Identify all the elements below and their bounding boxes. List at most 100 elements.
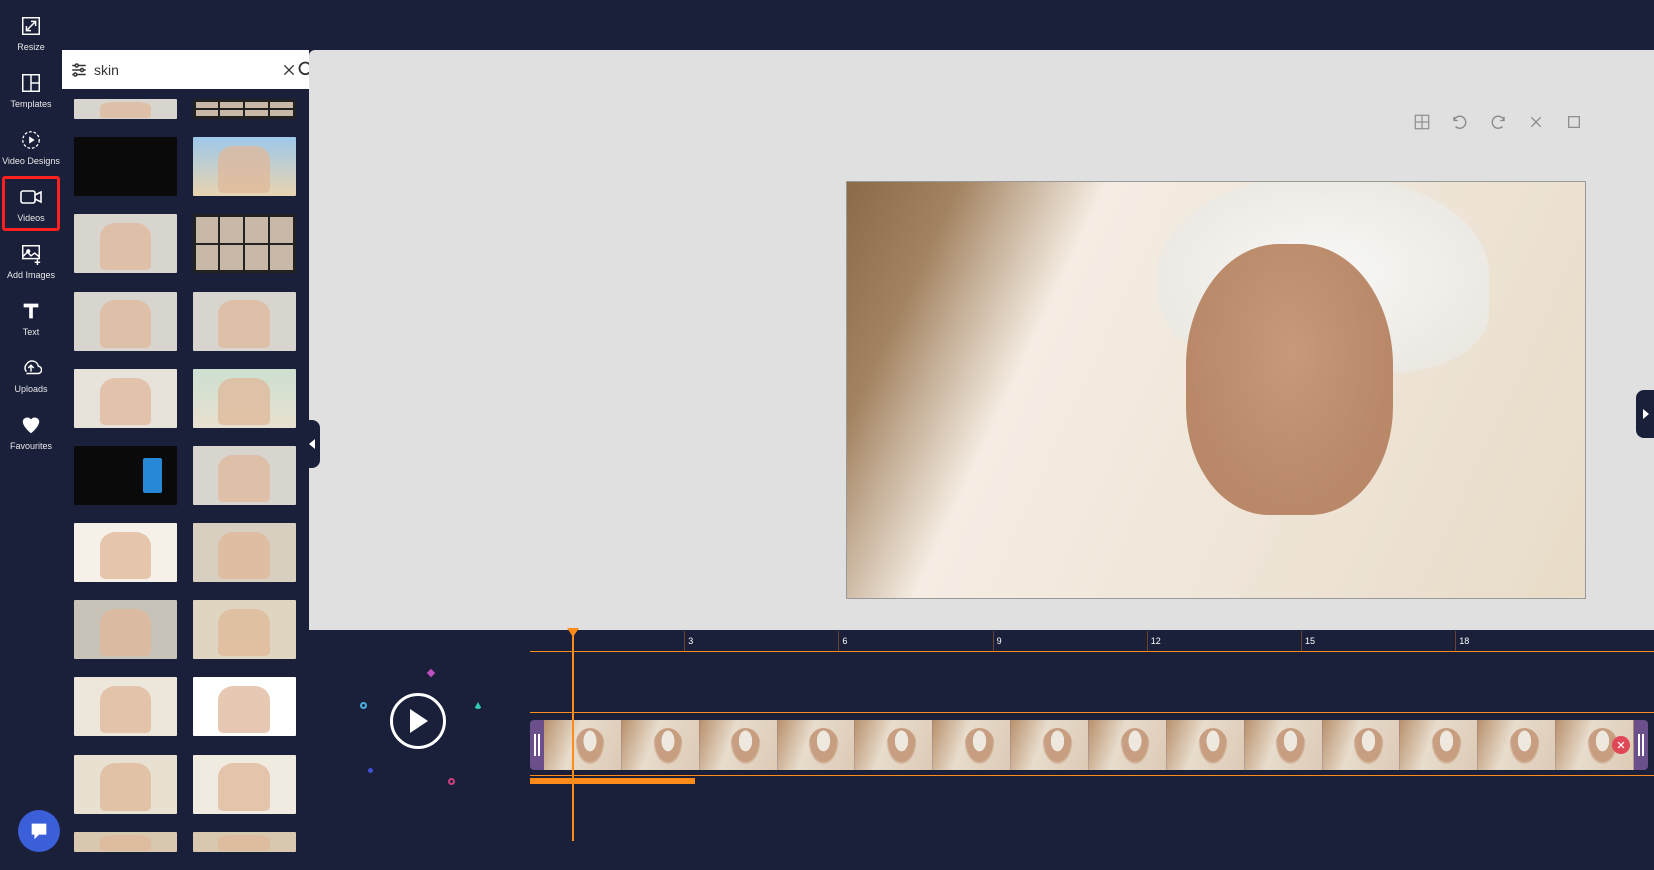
video-preview[interactable] <box>846 181 1586 599</box>
sidebar-item-templates[interactable]: Templates <box>2 62 60 117</box>
video-thumb[interactable] <box>193 600 296 659</box>
sidebar-label: Add Images <box>7 270 55 280</box>
clip-handle-right[interactable] <box>1634 720 1648 770</box>
sidebar-label: Videos <box>17 213 44 223</box>
video-thumb[interactable] <box>193 446 296 505</box>
video-thumb[interactable] <box>193 137 296 196</box>
ruler-tick: 6 <box>838 631 847 651</box>
undo-button[interactable] <box>1450 112 1470 132</box>
decoration-icon <box>448 778 455 785</box>
sidebar-label: Favourites <box>10 441 52 451</box>
clip-handle-left[interactable] <box>530 720 544 770</box>
search-bar <box>62 50 309 89</box>
play-button[interactable] <box>390 693 446 749</box>
filter-button[interactable] <box>70 59 88 81</box>
sidebar-label: Video Designs <box>2 156 60 166</box>
preview-content <box>1186 244 1393 514</box>
left-sidebar: Resize Templates Video Designs Videos Ad… <box>0 0 62 870</box>
clip-frame <box>1011 720 1089 770</box>
video-thumbnails-grid[interactable] <box>62 89 309 870</box>
video-thumb[interactable] <box>74 99 177 119</box>
sidebar-item-add-images[interactable]: Add Images <box>2 233 60 288</box>
canvas-toolbar <box>1412 112 1584 132</box>
decoration-icon <box>427 669 435 677</box>
close-button[interactable] <box>1526 112 1546 132</box>
clip-frames <box>544 720 1634 770</box>
timeline-border <box>530 775 1654 776</box>
search-input[interactable] <box>88 62 281 78</box>
clear-search-button[interactable] <box>281 59 297 81</box>
sidebar-label: Templates <box>10 99 51 109</box>
templates-icon <box>19 71 43 95</box>
sidebar-label: Resize <box>17 42 45 52</box>
video-designs-icon <box>19 128 43 152</box>
video-thumb[interactable] <box>193 832 296 852</box>
collapse-panel-button[interactable] <box>306 420 320 468</box>
decoration-icon <box>359 701 369 711</box>
clip-frame <box>1400 720 1478 770</box>
uploads-icon <box>19 356 43 380</box>
timeline-ruler[interactable]: 369121518 <box>530 631 1654 651</box>
ruler-tick: 3 <box>684 631 693 651</box>
sidebar-item-resize[interactable]: Resize <box>2 5 60 60</box>
decoration-icon <box>474 702 482 709</box>
video-thumb[interactable] <box>74 446 177 505</box>
right-panel-toggle[interactable] <box>1636 390 1654 438</box>
ruler-tick: 18 <box>1455 631 1469 651</box>
ruler-tick: 12 <box>1147 631 1161 651</box>
video-thumb[interactable] <box>74 137 177 196</box>
clip-frame <box>1478 720 1556 770</box>
video-thumb[interactable] <box>193 755 296 814</box>
text-icon <box>19 299 43 323</box>
video-thumb[interactable] <box>193 214 296 273</box>
grid-toggle-button[interactable] <box>1412 112 1432 132</box>
clip-frame <box>1167 720 1245 770</box>
clip-frame <box>700 720 778 770</box>
canvas-area <box>309 50 1654 630</box>
decoration-icon <box>368 768 373 773</box>
video-thumb[interactable] <box>74 832 177 852</box>
video-thumb[interactable] <box>74 369 177 428</box>
video-thumb[interactable] <box>74 292 177 351</box>
favourites-icon <box>19 413 43 437</box>
video-thumb[interactable] <box>193 369 296 428</box>
video-thumb[interactable] <box>193 523 296 582</box>
video-thumb[interactable] <box>74 214 177 273</box>
clip-frame <box>544 720 622 770</box>
video-thumb[interactable] <box>193 292 296 351</box>
video-thumb[interactable] <box>193 677 296 736</box>
video-thumb[interactable] <box>74 600 177 659</box>
video-thumb[interactable] <box>74 523 177 582</box>
clip-frame <box>1245 720 1323 770</box>
clip-frame <box>778 720 856 770</box>
sidebar-item-favourites[interactable]: Favourites <box>2 404 60 459</box>
add-images-icon <box>19 242 43 266</box>
sidebar-item-videos[interactable]: Videos <box>2 176 60 231</box>
clip-delete-button[interactable] <box>1612 736 1630 754</box>
sidebar-label: Uploads <box>14 384 47 394</box>
fullscreen-button[interactable] <box>1564 112 1584 132</box>
clip-frame <box>622 720 700 770</box>
chat-help-button[interactable] <box>18 810 60 852</box>
timeline-border <box>530 651 1654 652</box>
clip-frame <box>855 720 933 770</box>
clip-frame <box>933 720 1011 770</box>
videos-panel <box>62 50 309 870</box>
video-clip[interactable] <box>530 720 1648 770</box>
timeline-border <box>530 712 1654 713</box>
sidebar-item-video-designs[interactable]: Video Designs <box>2 119 60 174</box>
redo-button[interactable] <box>1488 112 1508 132</box>
playhead[interactable] <box>572 631 574 841</box>
sidebar-label: Text <box>23 327 40 337</box>
resize-icon <box>19 14 43 38</box>
sidebar-item-uploads[interactable]: Uploads <box>2 347 60 402</box>
video-thumb[interactable] <box>74 755 177 814</box>
sidebar-item-text[interactable]: Text <box>2 290 60 345</box>
ruler-tick: 9 <box>993 631 1002 651</box>
clip-frame <box>1323 720 1401 770</box>
video-thumb[interactable] <box>74 677 177 736</box>
videos-icon <box>19 185 43 209</box>
audio-track[interactable] <box>530 778 695 784</box>
clip-frame <box>1089 720 1167 770</box>
video-thumb[interactable] <box>193 99 296 119</box>
